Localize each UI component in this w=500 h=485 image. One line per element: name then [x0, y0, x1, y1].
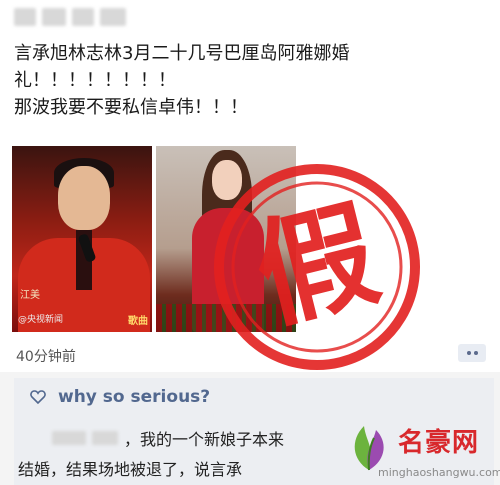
site-watermark: 名豪网 minghaoshangwu.com	[342, 420, 500, 484]
post-text-line-3: 那波我要不要私信卓伟！！！	[14, 97, 248, 118]
fake-stamp-icon: 假	[214, 164, 420, 370]
post-text-line-2: 礼！！！！！！！！	[14, 70, 176, 91]
photo-name-caption: 江美	[20, 290, 40, 301]
photo-show-title: 歌曲	[128, 316, 148, 327]
username-blurred[interactable]	[14, 8, 126, 36]
commenter-blurred[interactable]	[52, 431, 86, 445]
site-name: 名豪网	[398, 428, 480, 458]
site-url: minghaoshangwu.com	[378, 466, 500, 479]
post-text: 言承旭林志林3月二十几号巴厘岛阿雅娜婚 礼！！！！！！！！ 那波我要不要私信卓伟…	[14, 40, 484, 121]
comment-line-2: 结婚，结果场地被退了，说言承	[18, 460, 243, 479]
comment-more-button[interactable]	[458, 344, 486, 362]
post-text-line-1: 言承旭林志林3月二十几号巴厘岛阿雅娜婚	[14, 43, 350, 64]
heart-icon	[30, 390, 46, 405]
photo-watermark: @央视新闻	[18, 315, 64, 325]
liker-name[interactable]: why so serious?	[58, 387, 210, 407]
photo-singer[interactable]: 江美 @央视新闻 歌曲	[12, 146, 152, 332]
post-time: 40分钟前	[16, 349, 76, 365]
comment-line-1: ，我的一个新娘子本来	[124, 430, 285, 449]
stamp-character: 假	[243, 184, 391, 346]
likes-bar: why so serious?	[14, 378, 494, 414]
